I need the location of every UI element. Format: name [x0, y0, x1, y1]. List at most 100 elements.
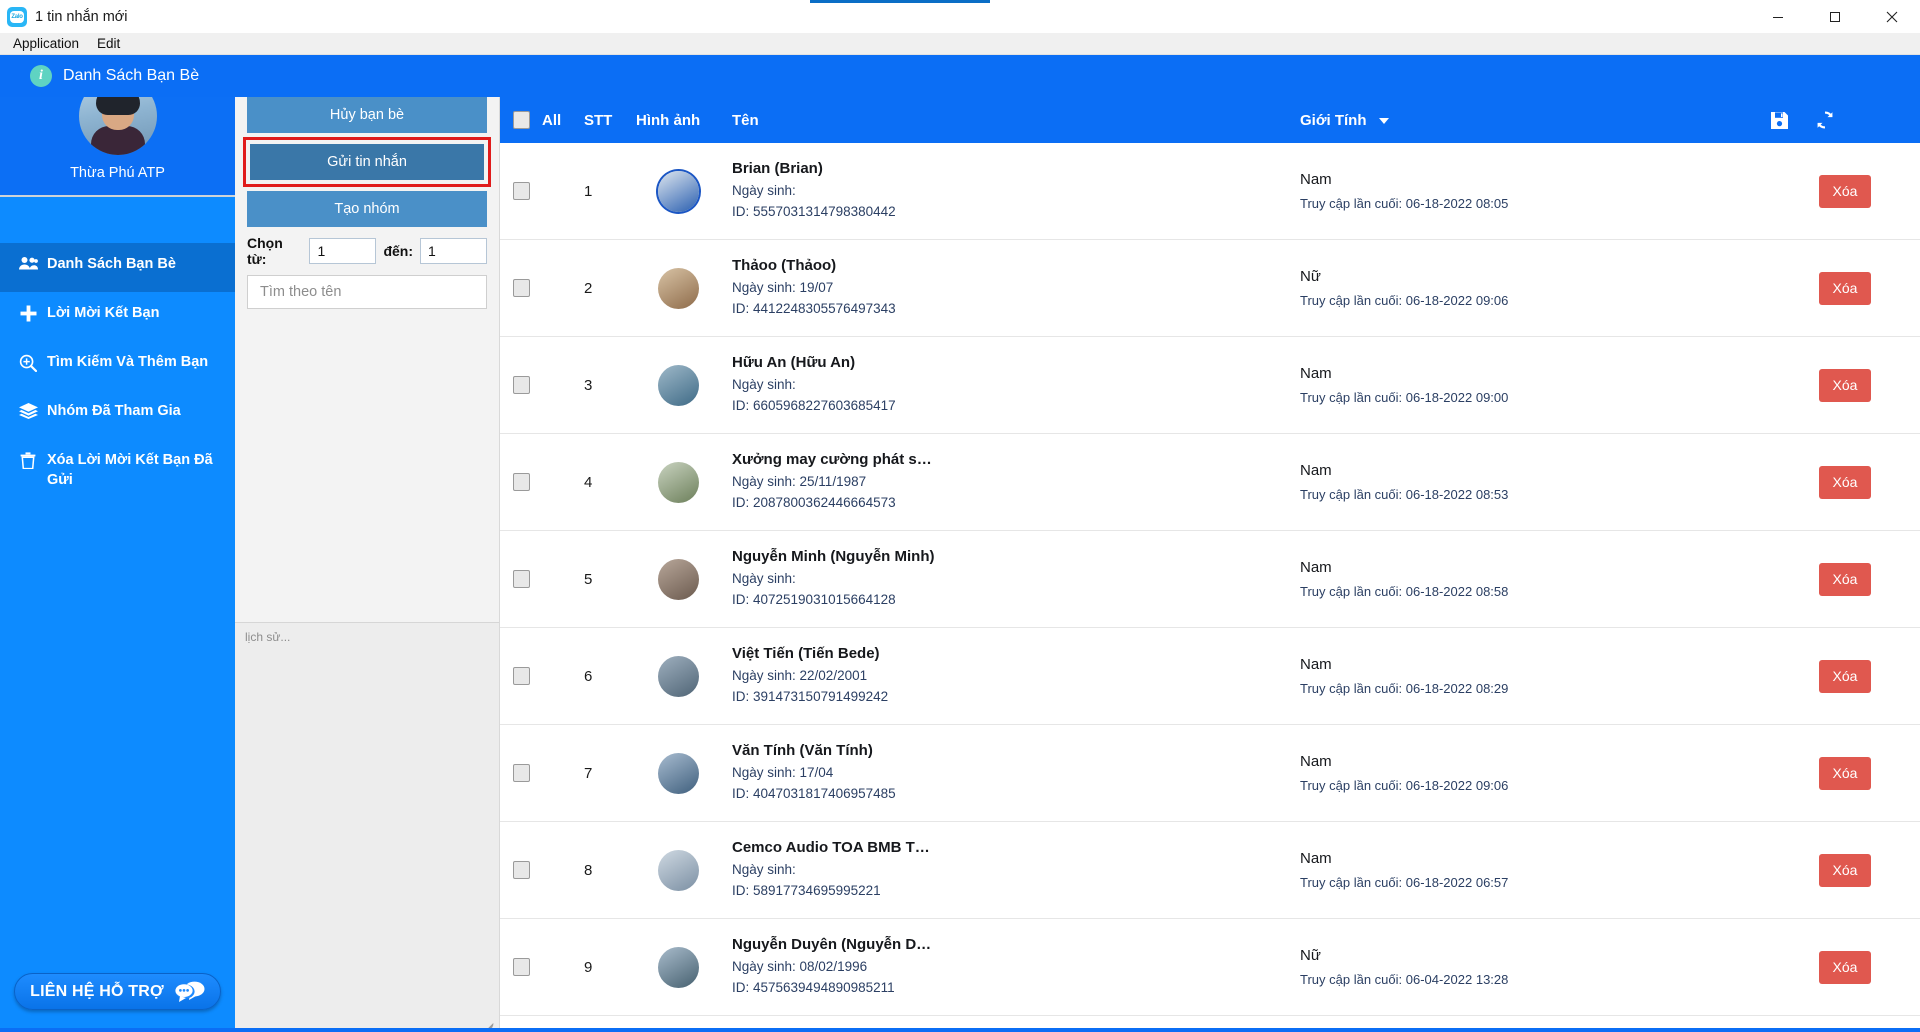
- table-row[interactable]: 5 Nguyễn Minh (Nguyễn Minh) Ngày sinh: ID: …: [500, 531, 1920, 628]
- row-name-cell: Hữu An (Hữu An) Ngày sinh: ID: 66059682276…: [732, 354, 1300, 417]
- column-header-gender-label: Giới Tính: [1300, 111, 1367, 129]
- row-index: 1: [584, 182, 593, 200]
- sidebar-item-delete-sent-requests[interactable]: Xóa Lời Mời Kết Bạn Đã Gửi: [0, 439, 235, 502]
- table-body: 1 Brian (Brian) Ngày sinh: ID: 555703131479…: [500, 143, 1920, 1032]
- row-image-cell: [636, 267, 732, 309]
- delete-button[interactable]: Xóa: [1819, 950, 1871, 984]
- row-checkbox-cell: [500, 182, 542, 200]
- table-row[interactable]: 6 Việt Tiến (Tiến Bede) Ngày sinh: 22/02/2…: [500, 628, 1920, 725]
- window-controls: [1749, 0, 1920, 33]
- row-checkbox[interactable]: [512, 570, 530, 588]
- table-row[interactable]: 8 Cemco Audio TOA BMB T… Ngày sinh: ID: 589…: [500, 822, 1920, 919]
- maximize-button[interactable]: [1806, 0, 1863, 33]
- row-checkbox[interactable]: [512, 667, 530, 685]
- avatar: [658, 267, 699, 309]
- sidebar-item-joined-groups[interactable]: Nhóm Đã Tham Gia: [0, 390, 235, 439]
- send-message-highlight: Gửi tin nhắn: [243, 137, 491, 187]
- delete-button[interactable]: Xóa: [1819, 271, 1871, 305]
- row-gender-cell: Nữ Truy cập lần cuối: 06-18-2022 09:06: [1300, 268, 1770, 308]
- select-all-checkbox[interactable]: [512, 111, 530, 129]
- refresh-icon[interactable]: [1815, 110, 1835, 130]
- friends-table: All STT Hình ảnh Tên Giới Tính 1 Brian (…: [500, 97, 1920, 1032]
- sidebar: Thừa Phú ATP Danh Sách Bạn Bè Lời Mời Kế…: [0, 55, 235, 1032]
- row-checkbox-cell: [500, 473, 542, 491]
- row-checkbox[interactable]: [512, 473, 530, 491]
- row-name-cell: Brian (Brian) Ngày sinh: ID: 5557031314798…: [732, 160, 1300, 223]
- avatar: [658, 461, 699, 503]
- table-row[interactable]: 3 Hữu An (Hữu An) Ngày sinh: ID: 6605968227…: [500, 337, 1920, 434]
- row-gender: Nam: [1300, 656, 1332, 673]
- row-gender: Nam: [1300, 850, 1332, 867]
- sidebar-item-friends-list[interactable]: Danh Sách Bạn Bè: [0, 243, 235, 292]
- delete-button[interactable]: Xóa: [1819, 853, 1871, 887]
- row-gender: Nam: [1300, 365, 1332, 382]
- row-image-cell: [636, 461, 732, 503]
- range-to-input[interactable]: [420, 238, 487, 264]
- row-last-access: Truy cập lần cuối: 06-18-2022 09:06: [1300, 293, 1509, 308]
- table-header-actions: [1770, 110, 1920, 130]
- row-name: Hữu An (Hữu An): [732, 353, 856, 371]
- close-button[interactable]: [1863, 0, 1920, 33]
- delete-button[interactable]: Xóa: [1819, 174, 1871, 208]
- sidebar-item-search-add-friend[interactable]: Tìm Kiếm Và Thêm Bạn: [0, 341, 235, 390]
- row-id: ID: 2087800362446664573: [732, 494, 896, 510]
- delete-button[interactable]: Xóa: [1819, 562, 1871, 596]
- sidebar-item-friend-requests[interactable]: Lời Mời Kết Bạn: [0, 292, 235, 341]
- row-last-access: Truy cập lần cuối: 06-18-2022 08:05: [1300, 196, 1509, 211]
- search-by-name-input[interactable]: [247, 275, 487, 309]
- avatar: [658, 558, 699, 600]
- menu-item-edit[interactable]: Edit: [88, 33, 129, 55]
- row-gender-cell: Nam Truy cập lần cuối: 06-18-2022 06:57: [1300, 850, 1770, 890]
- save-icon[interactable]: [1770, 111, 1789, 130]
- row-action-cell: Xóa: [1770, 465, 1920, 499]
- menu-item-application[interactable]: Application: [4, 33, 88, 55]
- column-header-gender[interactable]: Giới Tính: [1300, 112, 1770, 129]
- row-checkbox[interactable]: [512, 279, 530, 297]
- row-image-cell: [636, 752, 732, 794]
- row-birthday: Ngày sinh: 22/02/2001: [732, 667, 868, 683]
- row-last-access: Truy cập lần cuối: 06-18-2022 09:06: [1300, 778, 1509, 793]
- unfriend-button[interactable]: Hủy bạn bè: [247, 97, 487, 133]
- delete-button[interactable]: Xóa: [1819, 659, 1871, 693]
- row-name: Xưởng may cường phát s…: [732, 450, 932, 468]
- minimize-button[interactable]: [1749, 0, 1806, 33]
- row-checkbox-cell: [500, 667, 542, 685]
- delete-button[interactable]: Xóa: [1819, 756, 1871, 790]
- row-name: Văn Tính (Văn Tính): [732, 741, 873, 759]
- delete-button[interactable]: Xóa: [1819, 368, 1871, 402]
- delete-button[interactable]: Xóa: [1819, 465, 1871, 499]
- row-checkbox[interactable]: [512, 861, 530, 879]
- table-row[interactable]: 1 Brian (Brian) Ngày sinh: ID: 555703131479…: [500, 143, 1920, 240]
- row-id: ID: 391473150791499242: [732, 688, 889, 704]
- row-action-cell: Xóa: [1770, 271, 1920, 305]
- table-row[interactable]: 4 Xưởng may cường phát s… Ngày sinh: 25/11…: [500, 434, 1920, 531]
- row-checkbox[interactable]: [512, 376, 530, 394]
- table-row[interactable]: 2 Thảoo (Thảoo) Ngày sinh: 19/07 ID: 441224…: [500, 240, 1920, 337]
- contact-support-button[interactable]: LIÊN HỆ HỖ TRỢ: [14, 973, 221, 1010]
- row-birthday: Ngày sinh: 19/07: [732, 279, 834, 295]
- page-title: Danh Sách Bạn Bè: [63, 67, 200, 84]
- row-name: Thảoo (Thảoo): [732, 256, 837, 274]
- row-birthday: Ngày sinh:: [732, 570, 796, 586]
- row-id: ID: 6605968227603685417: [732, 397, 896, 413]
- row-checkbox[interactable]: [512, 764, 530, 782]
- range-from-input[interactable]: [309, 238, 377, 264]
- row-gender-cell: Nam Truy cập lần cuối: 06-18-2022 09:00: [1300, 365, 1770, 405]
- row-gender: Nam: [1300, 462, 1332, 479]
- table-row[interactable]: 7 Văn Tính (Văn Tính) Ngày sinh: 17/04 ID: …: [500, 725, 1920, 822]
- row-checkbox-cell: [500, 861, 542, 879]
- row-checkbox[interactable]: [512, 958, 530, 976]
- support-button-label: LIÊN HỆ HỖ TRỢ: [30, 982, 164, 1000]
- avatar: [658, 170, 699, 212]
- row-index: 8: [584, 861, 593, 879]
- row-id: ID: 4047031817406957485: [732, 785, 896, 801]
- send-message-button[interactable]: Gửi tin nhắn: [250, 144, 484, 180]
- row-checkbox[interactable]: [512, 182, 530, 200]
- row-action-cell: Xóa: [1770, 853, 1920, 887]
- row-id: ID: 4575639494890985211: [732, 979, 895, 995]
- sidebar-item-label: Tìm Kiếm Và Thêm Bạn: [47, 354, 209, 370]
- table-row[interactable]: 9 Nguyễn Duyên (Nguyễn D… Ngày sinh: 08/02…: [500, 919, 1920, 1016]
- avatar: [658, 752, 699, 794]
- create-group-button[interactable]: Tạo nhóm: [247, 191, 487, 227]
- row-gender-cell: Nữ Truy cập lần cuối: 06-04-2022 13:28: [1300, 947, 1770, 987]
